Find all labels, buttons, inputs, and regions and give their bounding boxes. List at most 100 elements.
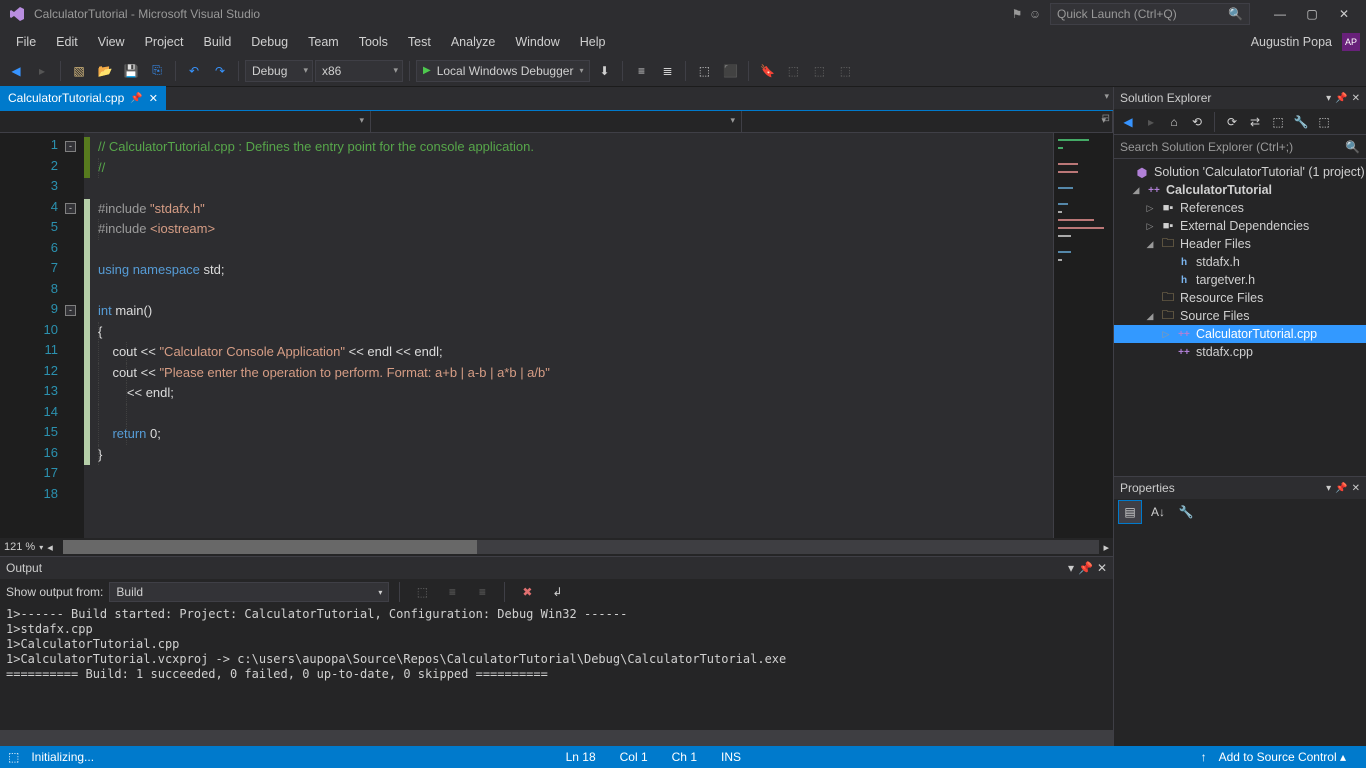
panel-close-icon[interactable]: ✕ <box>1352 93 1360 104</box>
tree-item[interactable]: 🗀Resource Files <box>1114 289 1366 307</box>
zoom-dropdown-icon[interactable]: ▾ <box>39 543 43 552</box>
solution-tree[interactable]: ⬢Solution 'CalculatorTutorial' (1 projec… <box>1114 159 1366 476</box>
wrench-icon[interactable]: 🔧 <box>1174 500 1198 524</box>
user-avatar[interactable]: AP <box>1342 33 1360 51</box>
output-dropdown-icon[interactable]: ▾ <box>1068 561 1074 575</box>
categorized-button[interactable]: ▤ <box>1118 500 1142 524</box>
se-preview-button[interactable]: ⬚ <box>1314 112 1334 132</box>
new-project-button[interactable]: ▧ <box>67 59 91 83</box>
comment-button[interactable]: ⬚ <box>692 59 716 83</box>
open-file-button[interactable]: 📂 <box>93 59 117 83</box>
output-prev-button[interactable]: ≡ <box>440 580 464 604</box>
panel-dropdown-icon[interactable]: ▾ <box>1326 483 1331 494</box>
scroll-left-button[interactable]: ◂ <box>47 541 53 554</box>
menu-window[interactable]: Window <box>505 31 569 53</box>
close-tab-icon[interactable]: ✕ <box>149 92 158 105</box>
user-name[interactable]: Augustin Popa <box>1251 35 1338 49</box>
output-find-button[interactable]: ⬚ <box>410 580 434 604</box>
output-clear-button[interactable]: ✖ <box>515 580 539 604</box>
menu-view[interactable]: View <box>88 31 135 53</box>
tree-item[interactable]: ◢🗀Source Files <box>1114 307 1366 325</box>
menu-build[interactable]: Build <box>193 31 241 53</box>
solution-explorer-search[interactable]: Search Solution Explorer (Ctrl+;) 🔍 <box>1114 135 1366 159</box>
indent-left-button[interactable]: ≡ <box>629 59 653 83</box>
tree-item[interactable]: ▷■▪References <box>1114 199 1366 217</box>
minimize-button[interactable]: — <box>1266 4 1294 24</box>
se-sync-button[interactable]: ⟲ <box>1187 112 1207 132</box>
menu-team[interactable]: Team <box>298 31 349 53</box>
save-all-button[interactable]: ⎘ <box>145 59 169 83</box>
config-select[interactable]: Debug <box>245 60 313 82</box>
scroll-right-button[interactable]: ▸ <box>1103 541 1109 554</box>
maximize-button[interactable]: ▢ <box>1298 4 1326 24</box>
flag-icon[interactable]: ⚑ <box>1010 7 1024 21</box>
platform-select[interactable]: x86 <box>315 60 403 82</box>
se-back-button[interactable]: ◀ <box>1118 112 1138 132</box>
pin-icon[interactable]: 📌 <box>130 93 142 104</box>
se-fwd-button[interactable]: ▸ <box>1141 112 1161 132</box>
menu-help[interactable]: Help <box>570 31 616 53</box>
indent-right-button[interactable]: ≣ <box>655 59 679 83</box>
menu-project[interactable]: Project <box>135 31 194 53</box>
status-line[interactable]: Ln 18 <box>554 750 608 764</box>
panel-pin-icon[interactable]: 📌 <box>1335 93 1347 104</box>
menu-test[interactable]: Test <box>398 31 441 53</box>
tab-overflow-button[interactable]: ▾ <box>1104 91 1109 102</box>
output-source-select[interactable]: Build ▾ <box>109 582 389 602</box>
se-refresh-button[interactable]: ⟳ <box>1222 112 1242 132</box>
menu-debug[interactable]: Debug <box>241 31 298 53</box>
zoom-level[interactable]: 121 % <box>4 541 35 553</box>
minimap[interactable] <box>1053 133 1113 538</box>
uncomment-button[interactable]: ⬛ <box>718 59 742 83</box>
code-content[interactable]: // CalculatorTutorial.cpp : Defines the … <box>84 133 1053 538</box>
menu-tools[interactable]: Tools <box>349 31 398 53</box>
tree-item[interactable]: htargetver.h <box>1114 271 1366 289</box>
find-button[interactable]: ⬚ <box>781 59 805 83</box>
tree-item[interactable]: ◢++CalculatorTutorial <box>1114 181 1366 199</box>
panel-pin-icon[interactable]: 📌 <box>1335 483 1347 494</box>
close-button[interactable]: ✕ <box>1330 4 1358 24</box>
nav-scope-select[interactable] <box>371 111 742 132</box>
output-scrollbar[interactable] <box>0 730 1113 746</box>
source-control-button[interactable]: Add to Source Control ▴ <box>1207 750 1358 764</box>
tree-item[interactable]: ▷++CalculatorTutorial.cpp <box>1114 325 1366 343</box>
output-wrap-button[interactable]: ↲ <box>545 580 569 604</box>
tree-item[interactable]: ◢🗀Header Files <box>1114 235 1366 253</box>
redo-button[interactable]: ↷ <box>208 59 232 83</box>
se-properties-button[interactable]: 🔧 <box>1291 112 1311 132</box>
undo-button[interactable]: ↶ <box>182 59 206 83</box>
tab-calculator-cpp[interactable]: CalculatorTutorial.cpp 📌 ✕ <box>0 86 166 110</box>
output-text[interactable]: 1>------ Build started: Project: Calcula… <box>0 605 1113 730</box>
output-pin-icon[interactable]: 📌 <box>1078 561 1093 575</box>
bookmark-button[interactable]: 🔖 <box>755 59 779 83</box>
status-ch[interactable]: Ch 1 <box>660 750 709 764</box>
menu-analyze[interactable]: Analyze <box>441 31 505 53</box>
menu-edit[interactable]: Edit <box>46 31 88 53</box>
feedback-icon[interactable]: ☺ <box>1028 7 1042 21</box>
tree-item[interactable]: ++stdafx.cpp <box>1114 343 1366 361</box>
tree-item[interactable]: ⬢Solution 'CalculatorTutorial' (1 projec… <box>1114 163 1366 181</box>
find2-button[interactable]: ⬚ <box>807 59 831 83</box>
output-next-button[interactable]: ≡ <box>470 580 494 604</box>
alphabetical-button[interactable]: A↓ <box>1146 500 1170 524</box>
find3-button[interactable]: ⬚ <box>833 59 857 83</box>
panel-dropdown-icon[interactable]: ▾ <box>1326 93 1331 104</box>
debug-target-button[interactable]: ⬇ <box>592 59 616 83</box>
panel-close-icon[interactable]: ✕ <box>1352 483 1360 494</box>
nav-back-button[interactable]: ◀ <box>4 59 28 83</box>
tree-item[interactable]: ▷■▪External Dependencies <box>1114 217 1366 235</box>
run-debug-button[interactable]: ▶ Local Windows Debugger ▾ <box>416 60 590 82</box>
save-button[interactable]: 💾 <box>119 59 143 83</box>
quick-launch-input[interactable]: Quick Launch (Ctrl+Q) 🔍 <box>1050 3 1250 25</box>
code-editor[interactable]: 1-234-56789-101112131415161718 // Calcul… <box>0 133 1113 538</box>
nav-member-select[interactable]: ⊟ <box>742 111 1113 132</box>
se-collapse-button[interactable]: ⇄ <box>1245 112 1265 132</box>
tree-item[interactable]: hstdafx.h <box>1114 253 1366 271</box>
nav-project-select[interactable] <box>0 111 371 132</box>
horizontal-scrollbar[interactable] <box>63 540 1100 554</box>
se-showall-button[interactable]: ⬚ <box>1268 112 1288 132</box>
status-col[interactable]: Col 1 <box>608 750 660 764</box>
menu-file[interactable]: File <box>6 31 46 53</box>
status-ins[interactable]: INS <box>709 750 753 764</box>
nav-fwd-button[interactable]: ▸ <box>30 59 54 83</box>
